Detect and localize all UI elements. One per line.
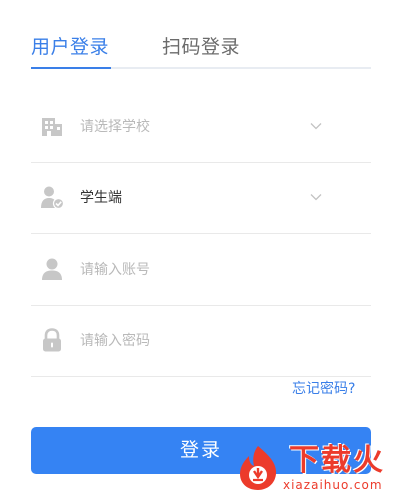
school-placeholder: 请选择学校 [80,119,150,135]
watermark-site: xiazaihuo.com [283,478,383,492]
password-field[interactable]: 请输入密码 [31,306,371,377]
forgot-password-link[interactable]: 忘记密码? [292,379,355,399]
user-icon [42,258,62,280]
chevron-down-icon [310,123,322,130]
active-tab-indicator [31,67,111,69]
chevron-down-icon [310,194,322,201]
school-select[interactable]: 请选择学校 [31,92,371,163]
watermark: 下载火 xiazaihuo.com [233,442,400,496]
building-icon [42,118,62,136]
login-tabs: 用户登录 扫码登录 [31,34,371,69]
role-value: 学生端 [80,190,122,206]
account-input[interactable]: 请输入账号 [80,235,150,305]
role-select[interactable]: 学生端 [31,163,371,234]
account-field[interactable]: 请输入账号 [31,235,371,306]
tab-user-login[interactable]: 用户登录 [31,34,109,60]
tab-scan-login[interactable]: 扫码登录 [162,34,240,60]
watermark-brand: 下载火 [289,443,385,478]
password-input[interactable]: 请输入密码 [80,306,150,376]
lock-icon [43,328,61,352]
student-user-icon [41,186,64,209]
flame-logo [240,446,277,490]
